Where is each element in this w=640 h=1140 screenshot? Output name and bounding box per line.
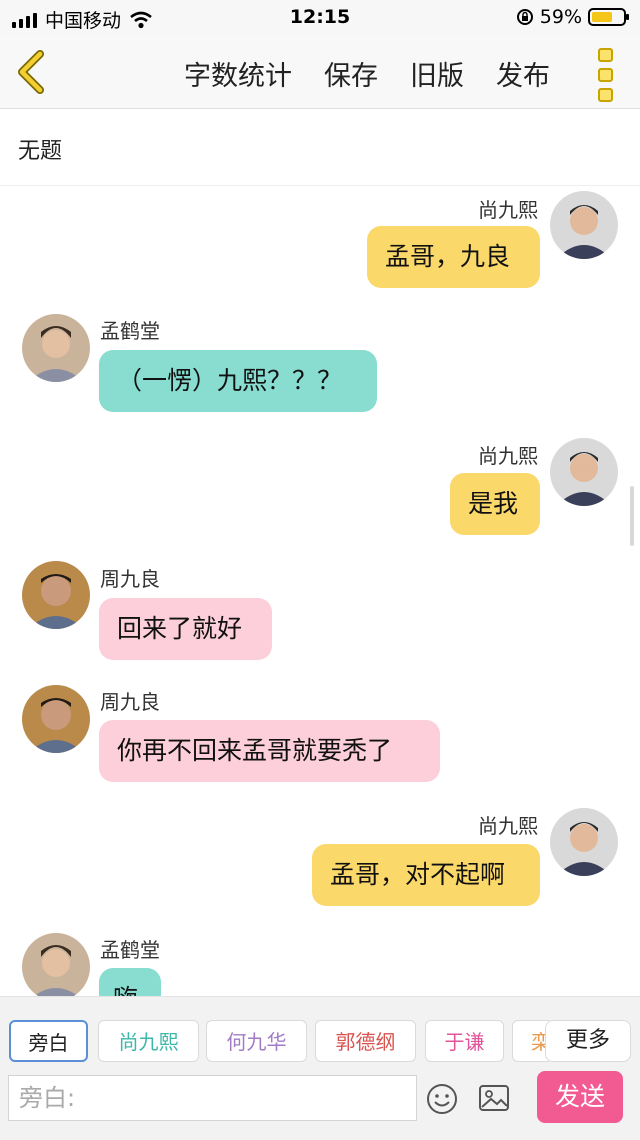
message-item: 周九良 回来了就好 [0,558,640,668]
role-chip-label: 何九华 [226,1030,287,1054]
avatar[interactable] [550,438,618,506]
battery-icon [588,8,629,26]
save-button[interactable]: 保存 [324,54,378,93]
role-chip[interactable]: 何九华 [206,1020,307,1062]
message-item: 尚九熙 孟哥，对不起啊 [0,802,640,912]
toolbar-actions: 字数统计 保存 旧版 发布 [184,54,550,93]
role-chip[interactable]: 栾 [512,1020,549,1062]
word-count-button[interactable]: 字数统计 [184,54,292,93]
sender-name: 孟鹤堂 [100,938,160,962]
status-bar: 中国移动 12:15 59% [0,0,640,36]
message-bubble[interactable]: 你再不回来孟哥就要秃了 [99,720,440,782]
document-title[interactable]: 无题 [18,133,62,165]
avatar[interactable] [22,933,90,996]
sender-name: 尚九熙 [478,814,538,838]
role-chip-label: 尚九熙 [118,1030,179,1054]
avatar[interactable] [22,314,90,382]
image-icon[interactable] [478,1083,510,1113]
message-bubble[interactable]: （一愣）九熙？？？ [99,350,377,412]
composer: 旁白 尚九熙 何九华 郭德纲 于谦 栾 更多 旁白: 发送 [0,996,640,1140]
sender-name: 孟鹤堂 [100,319,160,343]
message-item: 周九良 你再不回来孟哥就要秃了 [0,682,640,792]
message-bubble[interactable]: 孟哥，九良 [367,226,540,288]
role-chip-label: 旁白 [28,1031,69,1055]
role-chip[interactable]: 尚九熙 [98,1020,199,1062]
scrollbar[interactable] [630,486,634,546]
sender-name: 尚九熙 [478,198,538,222]
title-row[interactable]: 无题 [0,109,640,186]
message-bubble[interactable]: 回来了就好 [99,598,272,660]
smiley-icon[interactable] [426,1083,458,1115]
avatar[interactable] [22,561,90,629]
message-input[interactable]: 旁白: [8,1075,417,1121]
message-item: 孟鹤堂 （一愣）九熙？？？ [0,311,640,421]
more-roles-button[interactable]: 更多 [545,1020,631,1062]
sender-name: 周九良 [100,690,160,714]
message-bubble[interactable]: 是我 [450,473,540,535]
toolbar: 字数统计 保存 旧版 发布 [0,36,640,109]
role-chip[interactable]: 旁白 [9,1020,88,1062]
role-chips: 旁白 尚九熙 何九华 郭德纲 于谦 栾 [9,1020,549,1064]
sender-name: 周九良 [100,567,160,591]
publish-button[interactable]: 发布 [496,54,550,93]
message-item: 孟鹤堂 嗨 [0,930,640,996]
chevron-left-icon[interactable] [14,50,50,94]
role-chip-label: 于谦 [444,1030,485,1054]
role-chip[interactable]: 郭德纲 [315,1020,416,1062]
message-bubble[interactable]: 嗨 [99,968,161,996]
role-chip-label: 郭德纲 [335,1030,396,1054]
avatar[interactable] [550,191,618,259]
message-item: 尚九熙 孟哥，九良 [0,186,640,296]
send-button[interactable]: 发送 [537,1071,623,1123]
old-version-button[interactable]: 旧版 [410,54,464,93]
avatar[interactable] [550,808,618,876]
sender-name: 尚九熙 [478,444,538,468]
avatar[interactable] [22,685,90,753]
more-vertical-icon[interactable] [598,48,614,102]
chat-area[interactable]: 尚九熙 孟哥，九良 孟鹤堂 （一愣）九熙？？？ 尚九熙 是我 周九良 回来了就好… [0,186,640,996]
battery-percent: 59% [539,6,582,28]
message-bubble[interactable]: 孟哥，对不起啊 [312,844,540,906]
message-item: 尚九熙 是我 [0,432,640,542]
rotation-lock-icon [516,9,533,25]
status-right: 59% [516,6,629,28]
role-chip[interactable]: 于谦 [425,1020,504,1062]
